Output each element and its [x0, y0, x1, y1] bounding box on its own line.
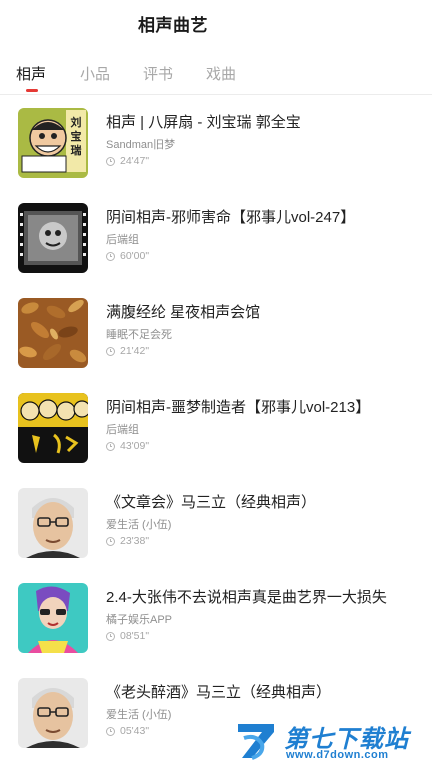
item-duration: 05'43" [106, 725, 149, 737]
cover-image [18, 203, 88, 273]
clock-icon [106, 631, 115, 641]
duration-text: 05'43" [120, 725, 150, 737]
item-title: 阴间相声-噩梦制造者【邪事儿vol-213】 [106, 399, 371, 416]
tab-xiangsheng[interactable]: 相声 [16, 63, 46, 84]
cover-image [18, 488, 88, 558]
clock-icon [106, 251, 115, 261]
duration-text: 23'38" [120, 535, 150, 547]
list-item[interactable]: 《文章会》马三立（经典相声） 爱生活 (小伍) 23'38" [0, 475, 432, 570]
tab-xiqu[interactable]: 戏曲 [206, 63, 236, 84]
cover-image [18, 393, 88, 463]
duration-text: 24'47" [120, 155, 150, 167]
duration-text: 43'09" [120, 440, 150, 452]
category-tabs: 相声 小品 评书 戏曲 [0, 50, 432, 95]
page-title: 相声曲艺 [138, 16, 208, 35]
tab-xiaopin[interactable]: 小品 [80, 63, 110, 84]
item-author: 睡眠不足会死 [106, 329, 172, 341]
tab-pingshu[interactable]: 评书 [143, 63, 173, 84]
item-title: 阴间相声-邪师害命【邪事儿vol-247】 [106, 209, 356, 226]
item-author: 爱生活 (小伍) [106, 519, 172, 531]
item-title: 2.4-大张伟不去说相声真是曲艺界一大损失 [106, 589, 387, 606]
item-duration: 21'42" [106, 345, 149, 357]
clock-icon [106, 726, 115, 736]
watermark-url: www.d7down.com [286, 749, 389, 761]
site-watermark: 第七下载站 www.d7down.com [228, 716, 428, 766]
app-header: 相声曲艺 [0, 0, 432, 50]
cover-image [18, 298, 88, 368]
svg-text:刘: 刘 [71, 115, 82, 129]
list-item[interactable]: 满腹经纶 星夜相声会馆 睡眠不足会死 21'42" [0, 285, 432, 380]
list-item[interactable]: 刘 宝 瑞 相声 | 八屏扇 - 刘宝瑞 郭全宝 Sandman旧梦 24'47… [0, 95, 432, 190]
item-duration: 43'09" [106, 440, 149, 452]
item-duration: 24'47" [106, 155, 149, 167]
d7-logo-icon [238, 724, 274, 760]
item-author: 后端组 [106, 424, 139, 436]
list-item[interactable]: 阴间相声-噩梦制造者【邪事儿vol-213】 后端组 43'09" [0, 380, 432, 475]
audio-list: 刘 宝 瑞 相声 | 八屏扇 - 刘宝瑞 郭全宝 Sandman旧梦 24'47… [0, 95, 432, 760]
item-title: 相声 | 八屏扇 - 刘宝瑞 郭全宝 [106, 114, 301, 131]
cover-image [18, 678, 88, 748]
item-duration: 08'51" [106, 630, 149, 642]
item-author: 橘子娱乐APP [106, 614, 173, 626]
item-title: 《老头醉酒》马三立（经典相声） [106, 684, 332, 701]
clock-icon [106, 156, 115, 166]
item-title: 《文章会》马三立（经典相声） [106, 494, 317, 511]
item-author: 后端组 [106, 234, 139, 246]
clock-icon [106, 441, 115, 451]
duration-text: 08'51" [120, 630, 150, 642]
cover-image: 刘 宝 瑞 [18, 108, 88, 178]
item-duration: 60'00" [106, 250, 149, 262]
clock-icon [106, 346, 115, 356]
clock-icon [106, 536, 115, 546]
item-author: Sandman旧梦 [106, 139, 176, 151]
item-duration: 23'38" [106, 535, 149, 547]
svg-text:宝: 宝 [71, 129, 82, 143]
active-tab-indicator [26, 89, 38, 92]
item-title: 满腹经纶 星夜相声会馆 [106, 304, 261, 321]
item-author: 爱生活 (小伍) [106, 709, 172, 721]
list-item[interactable]: 阴间相声-邪师害命【邪事儿vol-247】 后端组 60'00" [0, 190, 432, 285]
svg-text:瑞: 瑞 [71, 143, 82, 157]
cover-image [18, 583, 88, 653]
duration-text: 21'42" [120, 345, 150, 357]
duration-text: 60'00" [120, 250, 150, 262]
list-item[interactable]: 2.4-大张伟不去说相声真是曲艺界一大损失 橘子娱乐APP 08'51" [0, 570, 432, 665]
